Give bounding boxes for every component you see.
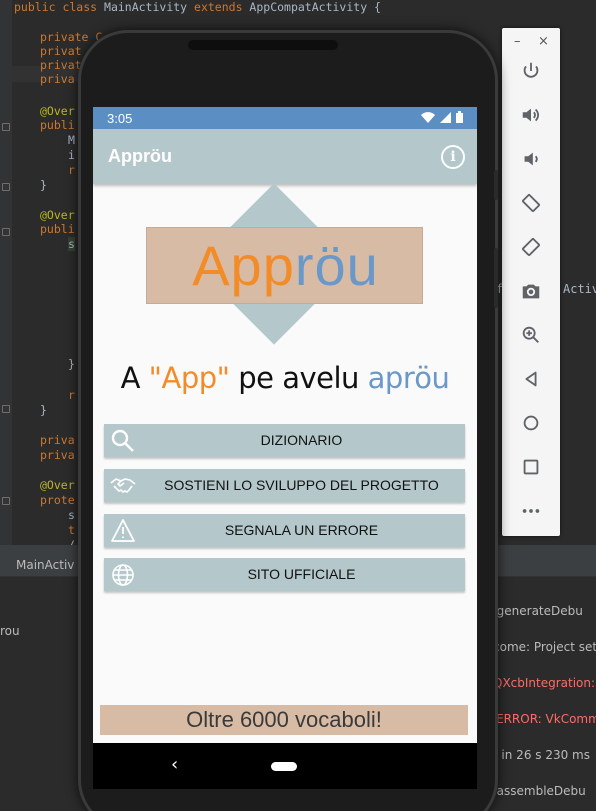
power-icon[interactable]	[516, 56, 546, 86]
build-log-line: p:assembleDebu	[485, 784, 586, 798]
report-error-button[interactable]: SEGNALA UN ERRORE	[104, 514, 465, 547]
dictionary-button-label: DIZIONARIO	[260, 432, 343, 448]
official-site-button-label: SITO UFFICIALE	[247, 566, 356, 582]
dictionary-button[interactable]: DIZIONARIO	[104, 424, 465, 457]
build-log-line: QXcbIntegration:	[493, 676, 596, 690]
code-line: priva	[40, 433, 75, 447]
code-line: t	[68, 523, 75, 537]
emulator-toolbar: – ×	[502, 28, 560, 536]
more-icon[interactable]	[516, 496, 546, 526]
support-project-button[interactable]: SOSTIENI LO SVILUPPO DEL PROGETTO	[104, 469, 465, 502]
warning-icon	[110, 518, 136, 544]
phone-side-button[interactable]	[494, 248, 498, 308]
status-time: 3:05	[107, 111, 133, 126]
fold-marker[interactable]	[2, 228, 10, 236]
code-line: @Over	[40, 208, 75, 222]
battery-icon	[456, 111, 463, 123]
rotate-left-icon[interactable]	[516, 188, 546, 218]
globe-icon	[110, 562, 136, 588]
rotate-right-icon[interactable]	[516, 232, 546, 262]
status-icons	[421, 111, 463, 123]
code-line: privat	[40, 44, 82, 58]
zoom-icon[interactable]	[516, 320, 546, 350]
phone-side-button[interactable]	[494, 170, 498, 200]
minimize-button[interactable]: –	[514, 34, 521, 49]
fold-marker[interactable]	[2, 497, 10, 505]
info-icon: i	[450, 149, 456, 165]
tagline: A "App" pe avelu aprӧu	[120, 361, 450, 395]
code-line: r	[68, 388, 75, 402]
project-tree-item[interactable]: rou	[0, 624, 20, 638]
code-line: s	[68, 508, 75, 522]
close-button[interactable]: ×	[538, 34, 549, 49]
signal-icon	[440, 111, 451, 123]
editor-tab-main-activity[interactable]: MainActiv	[16, 558, 74, 572]
support-project-button-label: SOSTIENI LO SVILUPPO DEL PROGETTO	[164, 477, 439, 493]
nav-back-icon[interactable]: ‹	[171, 754, 178, 775]
code-line: publi	[40, 118, 75, 132]
home-icon[interactable]	[516, 408, 546, 438]
build-log-line: d in 26 s 230 ms	[490, 748, 590, 762]
code-line: s	[68, 237, 75, 251]
status-bar: 3:05	[93, 107, 477, 129]
code-line: priva	[40, 72, 75, 86]
code-line: i	[68, 148, 75, 162]
code-line: r	[68, 163, 75, 177]
volume-down-icon[interactable]	[516, 144, 546, 174]
vocabulary-banner: Oltre 6000 vocaboli!	[100, 705, 468, 735]
nav-home-icon[interactable]	[271, 762, 297, 771]
volume-up-icon[interactable]	[516, 100, 546, 130]
code-line: private C	[40, 30, 103, 44]
camera-icon[interactable]	[516, 276, 546, 306]
code-fragment: Activ	[563, 282, 596, 296]
code-line: priva	[40, 448, 75, 462]
build-log-line: ERROR: VkComm	[496, 712, 596, 726]
fold-marker[interactable]	[2, 405, 10, 413]
code-line: @Over	[40, 478, 75, 492]
app-bar: Appröu i	[93, 129, 477, 184]
code-line: }	[40, 178, 47, 192]
logo-box: Appröu	[146, 227, 423, 304]
handshake-icon	[110, 473, 136, 499]
build-log-line: come: Project set	[493, 640, 596, 654]
official-site-button[interactable]: SITO UFFICIALE	[104, 558, 465, 591]
fold-marker[interactable]	[2, 183, 10, 191]
fold-marker[interactable]	[2, 123, 10, 131]
logo-text: Appröu	[192, 234, 379, 297]
wifi-icon	[421, 111, 435, 123]
app-title: Appröu	[108, 146, 172, 166]
navigation-bar: ‹	[93, 743, 477, 789]
code-line: publi	[40, 222, 75, 236]
app-logo: Appröu	[93, 183, 477, 364]
report-error-button-label: SEGNALA UN ERRORE	[224, 522, 379, 538]
info-button[interactable]: i	[441, 145, 465, 169]
code-line: privat	[40, 58, 82, 72]
code-line: }	[40, 403, 47, 417]
phone-screen: 3:05 Appröu i Appröu A "App" pe avelu ap…	[93, 107, 477, 789]
build-log-line: p:generateDebu	[485, 604, 583, 618]
phone-speaker	[188, 40, 338, 50]
code-line: }	[68, 357, 75, 371]
code-line-class: public class MainActivity extends AppCom…	[14, 0, 381, 14]
search-icon	[110, 428, 136, 454]
code-line: M	[68, 133, 75, 147]
code-line: prote	[40, 493, 75, 507]
back-icon[interactable]	[516, 364, 546, 394]
overview-icon[interactable]	[516, 452, 546, 482]
code-line: @Over	[40, 104, 75, 118]
editor-gutter	[0, 0, 12, 545]
